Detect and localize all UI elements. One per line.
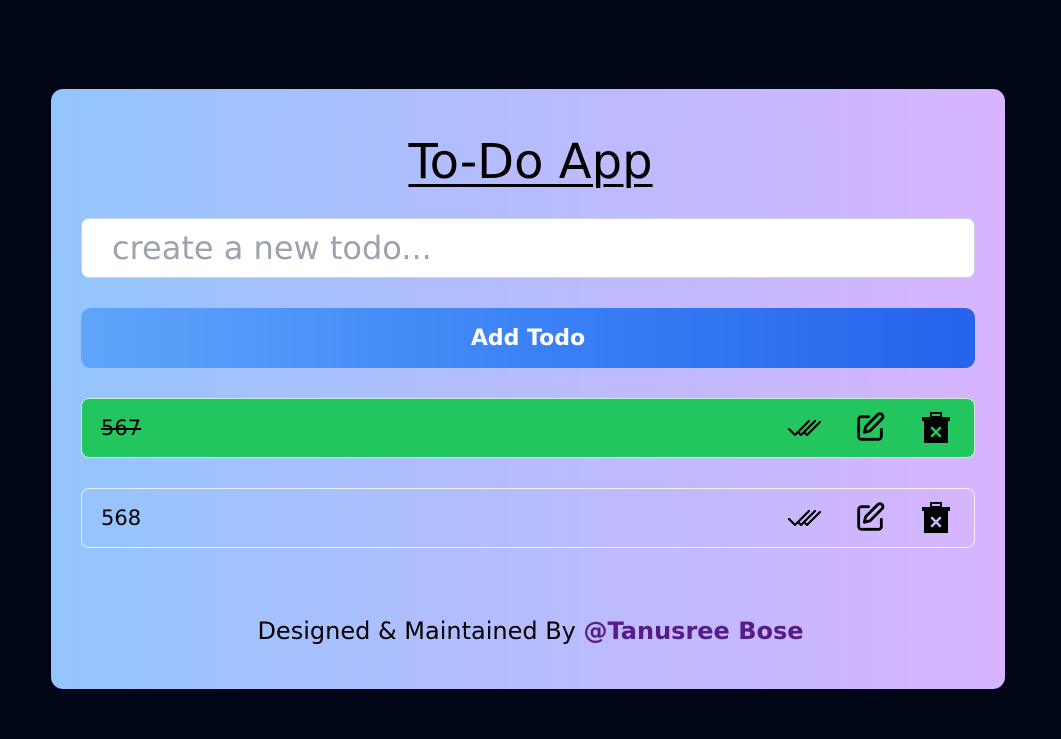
todo-item-567: 567 xyxy=(81,398,975,458)
author-link[interactable]: @Tanusree Bose xyxy=(584,617,804,645)
todo-actions xyxy=(786,410,954,446)
todo-text: 567 xyxy=(101,416,142,440)
page-title: To-Do App xyxy=(408,134,653,190)
footer-credit-text: Designed & Maintained By xyxy=(257,617,576,645)
complete-todo-button[interactable] xyxy=(786,410,822,446)
edit-icon xyxy=(857,502,885,531)
delete-todo-button[interactable] xyxy=(918,410,954,446)
new-todo-input[interactable] xyxy=(81,218,975,278)
trash-icon xyxy=(922,412,950,443)
add-todo-button[interactable]: Add Todo xyxy=(81,308,975,368)
double-check-icon xyxy=(787,509,821,527)
todo-actions xyxy=(786,500,954,536)
double-check-icon xyxy=(787,419,821,437)
delete-todo-button[interactable] xyxy=(918,500,954,536)
edit-todo-button[interactable] xyxy=(852,410,888,446)
trash-icon xyxy=(922,502,950,533)
footer: Designed & Maintained By @Tanusree Bose xyxy=(0,614,1061,648)
complete-todo-button[interactable] xyxy=(786,500,822,536)
todo-text: 568 xyxy=(101,506,142,530)
edit-todo-button[interactable] xyxy=(852,500,888,536)
todo-item-568: 568 xyxy=(81,488,975,548)
edit-icon xyxy=(857,412,885,441)
